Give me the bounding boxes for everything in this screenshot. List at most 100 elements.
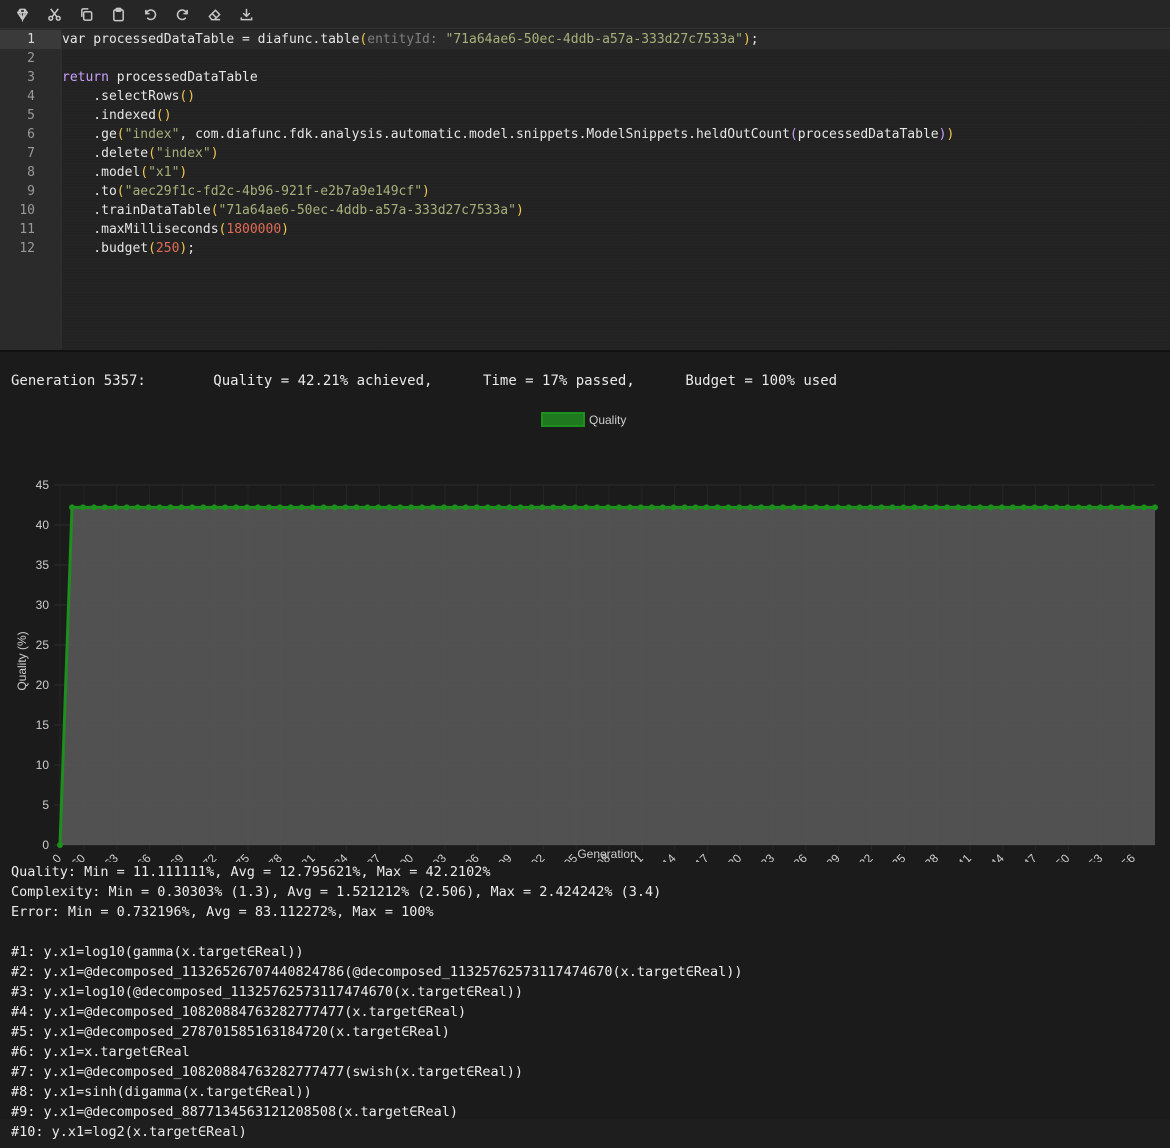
data-point xyxy=(966,504,973,511)
model-formula: #5: y.x1=@decomposed_278701585163184720(… xyxy=(11,1024,450,1040)
generation-status: Generation 5357: Quality = 42.21% achiev… xyxy=(0,352,1170,408)
line-number: 4 xyxy=(27,89,35,104)
line-number: 7 xyxy=(27,146,35,161)
data-point xyxy=(561,504,568,511)
x-tick-label: 5320 xyxy=(716,851,745,862)
x-tick-label: 5350 xyxy=(1044,851,1073,862)
code-line[interactable]: return processedDataTable xyxy=(62,68,1170,87)
code-token: entityId: xyxy=(367,32,446,47)
data-point xyxy=(955,504,962,511)
data-point xyxy=(145,504,152,511)
data-point xyxy=(703,504,710,511)
code-line[interactable]: .trainDataTable("71a64ae6-50ec-4ddb-a57a… xyxy=(62,201,1170,220)
x-tick-label: 5326 xyxy=(781,851,810,862)
eraser-icon[interactable] xyxy=(202,3,226,25)
y-axis-title: Quality (%) xyxy=(15,631,29,690)
data-point xyxy=(156,504,163,511)
data-point xyxy=(451,504,458,511)
data-point xyxy=(440,504,447,511)
data-point xyxy=(419,504,426,511)
stat-line xyxy=(11,922,1170,942)
redo-icon[interactable] xyxy=(170,3,194,25)
model-formula: #10: y.x1=log2(x.target∈Real) xyxy=(11,1124,247,1140)
data-point xyxy=(178,504,185,511)
x-tick-label: 5356 xyxy=(1109,851,1138,862)
code-line[interactable]: .indexed() xyxy=(62,106,1170,125)
data-point xyxy=(79,504,86,511)
code-token: ) xyxy=(946,127,955,142)
x-tick-label: 5284 xyxy=(322,851,351,862)
data-point xyxy=(605,504,612,511)
data-point xyxy=(386,504,393,511)
paste-icon[interactable] xyxy=(106,3,130,25)
cut-icon[interactable] xyxy=(42,3,66,25)
data-point xyxy=(834,504,841,511)
line-number: 10 xyxy=(19,203,35,218)
model-formula: #8: y.x1=sinh(digamma(x.target∈Real)) xyxy=(11,1084,312,1100)
code-line[interactable]: var processedDataTable = diafunc.table(e… xyxy=(62,30,1170,49)
data-point xyxy=(659,504,666,511)
line-number: 8 xyxy=(27,165,35,180)
data-point xyxy=(889,504,896,511)
data-point xyxy=(211,504,218,511)
model-formula: #6: y.x1=x.target∈Real xyxy=(11,1044,190,1060)
x-tick-label: 5341 xyxy=(945,851,974,862)
data-point xyxy=(320,504,327,511)
data-point xyxy=(495,504,502,511)
code-area[interactable]: var processedDataTable = diafunc.table (e… xyxy=(62,29,1170,350)
code-token: .ge xyxy=(62,127,117,142)
y-tick-label: 45 xyxy=(36,478,50,492)
data-point xyxy=(812,504,819,511)
data-point xyxy=(845,504,852,511)
x-tick-label: 5275 xyxy=(223,851,252,862)
code-line[interactable]: .budget(250); xyxy=(62,239,1170,258)
code-token: ) xyxy=(422,184,430,199)
y-tick-label: 40 xyxy=(36,518,50,532)
x-tick-label: 5260 xyxy=(59,851,88,862)
data-point xyxy=(200,504,207,511)
code-token: () xyxy=(179,89,196,104)
data-point xyxy=(101,504,108,511)
x-tick-label: 5353 xyxy=(1077,851,1106,862)
x-tick-label: 5329 xyxy=(814,851,843,862)
data-point xyxy=(1108,504,1115,511)
data-point xyxy=(736,504,743,511)
data-point xyxy=(1031,504,1038,511)
model-formula: #1: y.x1=log10(gamma(x.target∈Real)) xyxy=(11,944,304,960)
code-line[interactable]: .maxMilliseconds(1800000) xyxy=(62,220,1170,239)
line-number: 1 xyxy=(0,30,61,49)
stat-line: Error: Min = 0.732196%, Avg = 83.112272%… xyxy=(11,904,434,920)
code-line[interactable] xyxy=(62,49,1170,68)
code-token: "71a64ae6-50ec-4ddb-a57a-333d27c7533a" xyxy=(445,32,743,47)
data-point xyxy=(254,504,261,511)
x-tick-label: 5335 xyxy=(880,851,909,862)
code-token: ( xyxy=(148,146,156,161)
data-point xyxy=(900,504,907,511)
x-tick-label: 5272 xyxy=(191,851,220,862)
copy-icon[interactable] xyxy=(74,3,98,25)
stat-line: Quality: Min = 11.111111%, Avg = 12.7956… xyxy=(11,864,491,880)
code-line[interactable]: .selectRows() xyxy=(62,87,1170,106)
model-formula: #2: y.x1=@decomposed_1132652670744082478… xyxy=(11,964,743,980)
code-line[interactable]: .ge("index", com.diafunc.fdk.analysis.au… xyxy=(62,125,1170,144)
data-point xyxy=(976,504,983,511)
code-line[interactable]: .to("aec29f1c-fd2c-4b96-921f-e2b7a9e149c… xyxy=(62,182,1170,201)
data-point xyxy=(57,842,63,848)
undo-icon[interactable] xyxy=(138,3,162,25)
gem-icon[interactable] xyxy=(10,3,34,25)
code-line[interactable]: .delete("index") xyxy=(62,144,1170,163)
model-formula: #4: y.x1=@decomposed_1082088476328277747… xyxy=(11,1004,467,1020)
code-line[interactable]: .model("x1") xyxy=(62,163,1170,182)
download-icon[interactable] xyxy=(234,3,258,25)
data-point xyxy=(933,504,940,511)
data-point xyxy=(594,504,601,511)
code-editor[interactable]: 1 2 3 4 5 6 7 8 9 10 11 12 var processedDataTable =… xyxy=(0,29,1170,350)
code-token: 250 xyxy=(155,241,180,256)
code-token: ( xyxy=(116,127,125,142)
data-point xyxy=(1020,504,1027,511)
code-token: ; xyxy=(187,241,196,256)
x-tick-label: 5302 xyxy=(519,851,548,862)
code-token: processedDataTable xyxy=(108,70,258,85)
data-point xyxy=(1097,504,1104,511)
data-point xyxy=(780,504,787,511)
